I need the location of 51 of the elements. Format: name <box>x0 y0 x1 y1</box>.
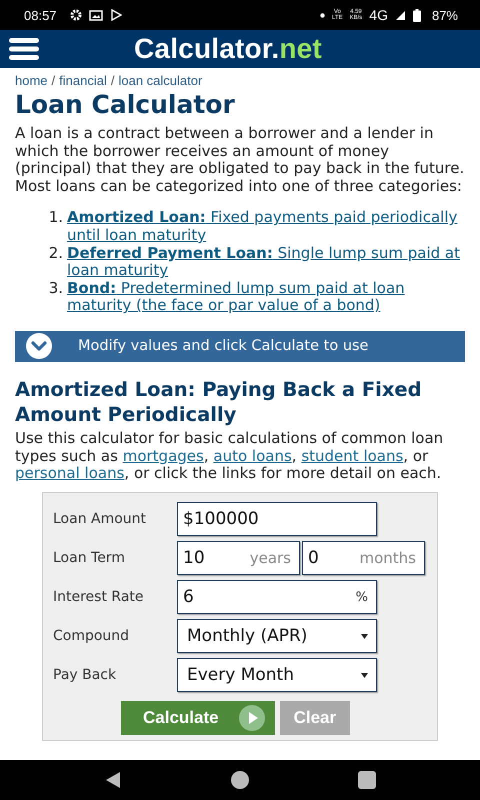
battery-percent: 87% <box>432 8 458 22</box>
description-paragraph: Use this calculator for basic calculations of common loan types such as mortgages, auto loans, student loans, or personal loans, or click the links for more detail on each. <box>15 430 444 483</box>
home-icon[interactable] <box>230 771 249 789</box>
category-link[interactable]: Amortized Loan: Fixed payments paid periodically until loan maturity <box>67 209 465 245</box>
intro-paragraph: A loan is a contract between a borrower and a lender in which the borrower receives an amount of money (principal) that they are obligated to pay back in the future. Most loans can be categorized into one of three categories: <box>15 125 465 196</box>
battery-icon <box>412 8 421 22</box>
network-label: 4G <box>369 7 388 23</box>
dot-icon <box>320 12 326 18</box>
list-number: 2. <box>48 244 63 264</box>
input-field[interactable]: $100000 <box>177 502 377 536</box>
image-icon <box>88 10 103 20</box>
dropdown[interactable]: Monthly (APR) <box>177 619 377 654</box>
inline-link[interactable]: personal loans <box>15 464 124 482</box>
chevron-down-icon <box>26 333 52 360</box>
caret-icon <box>361 634 368 639</box>
breadcrumb-link[interactable]: home <box>15 73 48 88</box>
inline-link[interactable]: student loans <box>301 446 404 465</box>
input-field[interactable]: 0 months <box>302 541 425 576</box>
play-store-icon <box>110 9 122 21</box>
section-heading: Amortized Loan: Paying Back a Fixed Amount Periodically <box>15 376 423 427</box>
play-icon <box>238 704 265 731</box>
input-field[interactable]: 6 % <box>177 580 377 614</box>
dropdown[interactable]: Every Month <box>177 658 377 692</box>
inline-link[interactable]: mortgages <box>122 446 204 465</box>
gear-icon <box>70 9 82 21</box>
field-label: Loan Term <box>53 550 126 566</box>
inline-link[interactable]: auto loans <box>213 446 292 465</box>
category-link[interactable]: Bond: Predetermined lump sum paid at loan maturity (the face or par value of a bond) <box>67 280 465 315</box>
calculate-button[interactable]: Calculate <box>121 700 275 735</box>
clock: 08:57 <box>24 8 57 22</box>
caret-icon <box>361 672 368 678</box>
list-number: 3. <box>48 280 63 299</box>
recents-icon[interactable] <box>358 771 376 789</box>
signal-icon <box>394 10 406 20</box>
breadcrumb-link[interactable]: loan calculator <box>118 73 202 88</box>
info-banner[interactable]: Modify values and click Calculate to use <box>15 330 465 362</box>
field-label: Compound <box>53 628 130 644</box>
breadcrumb-link[interactable]: financial <box>59 73 107 88</box>
site-logo[interactable]: Calculator.net <box>134 33 322 65</box>
field-label: Loan Amount <box>53 511 148 528</box>
banner-text: Modify values and click Calculate to use <box>78 338 368 354</box>
category-link[interactable]: Deferred Payment Loan: Single lump sum paid at loan maturity <box>67 244 465 280</box>
back-icon[interactable] <box>104 771 122 789</box>
input-field[interactable]: 10 years <box>177 541 300 576</box>
field-label: Pay Back <box>53 667 118 684</box>
field-label: Interest Rate <box>53 589 145 606</box>
breadcrumb-separator: / <box>52 73 56 88</box>
breadcrumb-separator: / <box>110 73 114 88</box>
menu-icon[interactable] <box>9 38 39 60</box>
page-title: Loan Calculator <box>15 89 236 121</box>
list-number: 1. <box>48 209 63 228</box>
